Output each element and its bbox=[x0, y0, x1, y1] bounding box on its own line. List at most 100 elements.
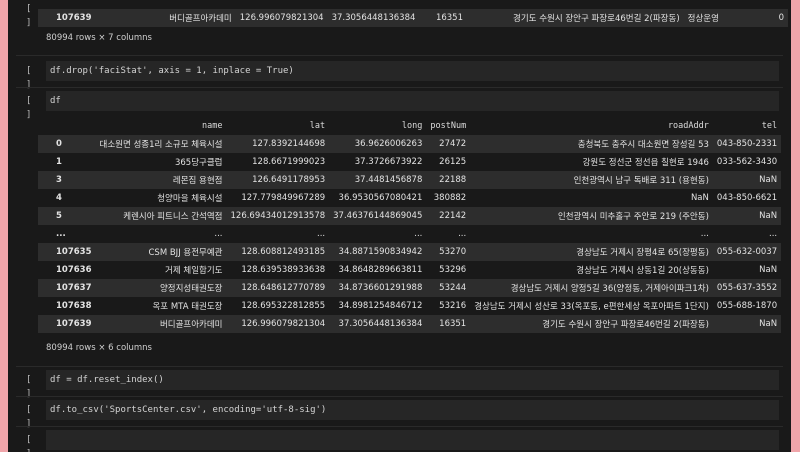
header-postnum: postNum bbox=[430, 121, 467, 131]
cell-long: 34.8981254846712 bbox=[338, 301, 423, 311]
cell-roadaddr: 경기도 수원시 장안구 파장로46번길 2(파장동) bbox=[513, 14, 680, 24]
cell-roadaddr: NaN bbox=[690, 193, 709, 203]
cell-roadaddr: 경상남도 거제시 상동1길 20(상동동) bbox=[576, 266, 709, 276]
cell-roadaddr: 경상남도 거제시 양정5길 36(양정동, 거제아이파크1차) bbox=[510, 284, 709, 294]
table-row: 107636 거제 체일합기도 128.639538933638 34.8648289… bbox=[38, 261, 782, 279]
cell-facistat: 정상운영 bbox=[687, 14, 719, 24]
cell-roadaddr: 경상남도 거제시 장평4로 65(장평동) bbox=[576, 248, 709, 258]
row-index: 1 bbox=[56, 157, 62, 167]
cell-lat: ... bbox=[317, 229, 326, 239]
cell-roadaddr: 인천광역시 남구 독배로 311 (용현동) bbox=[573, 176, 709, 186]
code-cell-drop[interactable]: df.drop('faciStat', axis = 1, inplace = … bbox=[46, 61, 779, 81]
cell-tel: NaN bbox=[759, 265, 778, 275]
row-index: 107635 bbox=[56, 247, 92, 257]
code-cell-empty[interactable] bbox=[46, 430, 779, 450]
table-row: 4 청양마을 체육시설 127.779849967289 36.95305670804… bbox=[38, 189, 782, 207]
header-long: long bbox=[401, 121, 423, 131]
cell-name: 버디골프아카데미 bbox=[169, 14, 232, 24]
table-row: 107638 옥포 MTA 태권도장 128.695322812855 34.8981… bbox=[38, 297, 782, 315]
table-row: 1 365당구클럽 128.6671999023 37.3726673922 26125… bbox=[38, 153, 782, 171]
cell-long: 37.3056448136384 bbox=[331, 13, 416, 23]
cell-postnum: 53270 bbox=[439, 247, 467, 257]
cell-tel: 055-637-3552 bbox=[716, 283, 778, 293]
code-text: df = df.reset_index() bbox=[50, 375, 164, 385]
cell-tel: 055-688-1870 bbox=[716, 301, 778, 311]
cell-lat: 127.779849967289 bbox=[241, 193, 326, 203]
cell-name: 청양마을 체육시설 bbox=[157, 194, 223, 204]
code-cell-reset-index[interactable]: df = df.reset_index() bbox=[46, 370, 779, 390]
cell-long: 37.4481456878 bbox=[354, 175, 423, 185]
output-shape-text: 80994 rows × 6 columns bbox=[46, 343, 152, 353]
table-row: 107639 버디골프아카데미 126.996079821304 37.3056… bbox=[38, 9, 788, 27]
cell-lat: 126.6491178953 bbox=[252, 175, 326, 185]
cell-divider bbox=[16, 396, 783, 397]
cell-name: 양정지성태권도장 bbox=[159, 284, 223, 294]
output-shape-text: 80994 rows × 7 columns bbox=[46, 33, 152, 43]
cell-lat: 128.639538933638 bbox=[241, 265, 326, 275]
cell-lat: 128.608812493185 bbox=[241, 247, 326, 257]
cell-roadaddr: 경기도 수원시 장안구 파장로46번길 2(파장동) bbox=[542, 320, 709, 330]
cell-prompt: [ ] bbox=[26, 96, 32, 120]
cell-name: 대소원면 성종1리 소규모 체육시설 bbox=[99, 140, 223, 150]
header-name: name bbox=[202, 121, 223, 131]
table-header-row: name lat long postNum roadAddr tel bbox=[38, 117, 781, 135]
cell-long: 36.9530567080421 bbox=[338, 193, 423, 203]
cell-lat: 128.695322812855 bbox=[241, 301, 326, 311]
table-row: ..................... bbox=[38, 225, 782, 243]
cell-name: 케렌시아 피트니스 간석역점 bbox=[123, 212, 223, 222]
cell-tel: 055-632-0037 bbox=[716, 247, 778, 257]
cell-postnum: 53296 bbox=[439, 265, 467, 275]
cell-lat: 126.69434012913578 bbox=[230, 211, 326, 221]
cell-postnum: ... bbox=[458, 229, 467, 239]
header-index bbox=[38, 117, 96, 135]
header-tel: tel bbox=[761, 121, 778, 131]
cell-divider bbox=[16, 87, 783, 88]
row-index: 0 bbox=[56, 139, 62, 149]
cell-lat: 128.6671999023 bbox=[252, 157, 326, 167]
cell-lat: 126.996079821304 bbox=[239, 13, 324, 23]
cell-tel: 033-562-3430 bbox=[716, 157, 778, 167]
cell-roadaddr: 충청북도 충주시 대소원면 장성길 53 bbox=[577, 140, 709, 150]
row-index: 107639 bbox=[56, 319, 92, 329]
cell-name: 365당구클럽 bbox=[174, 158, 223, 168]
cell-tel: 043-850-6621 bbox=[716, 193, 778, 203]
table-row: 107639 버디골프아카데미 126.996079821304 37.3056448… bbox=[38, 315, 782, 333]
row-index: 5 bbox=[56, 211, 62, 221]
table-row: 107635 CSM BJJ 용전무예관 128.608812493185 34.88… bbox=[38, 243, 782, 261]
cell-postnum: 22188 bbox=[439, 175, 467, 185]
cell-long: 37.3056448136384 bbox=[338, 319, 423, 329]
row-index: ... bbox=[56, 229, 66, 239]
cell-tel: 043-850-2331 bbox=[716, 139, 778, 149]
cell-long: ... bbox=[414, 229, 423, 239]
cell-divider bbox=[16, 426, 783, 427]
cell-prompt: [ ] bbox=[26, 435, 32, 452]
code-text: df.drop('faciStat', axis = 1, inplace = … bbox=[50, 66, 294, 76]
code-cell-to-csv[interactable]: df.to_csv('SportsCenter.csv', encoding='… bbox=[46, 400, 779, 420]
row-index: 3 bbox=[56, 175, 62, 185]
code-text: df.to_csv('SportsCenter.csv', encoding='… bbox=[50, 405, 327, 415]
notebook-frame: [ ] 107639 버디골프아카데미 126.996079821304 37.… bbox=[8, 0, 791, 452]
cell-postnum: 27472 bbox=[439, 139, 467, 149]
cell-postnum: 26125 bbox=[439, 157, 467, 167]
cell-postnum: 53216 bbox=[439, 301, 467, 311]
cell-roadaddr: ... bbox=[700, 229, 709, 239]
cell-long: 37.46376144869045 bbox=[333, 211, 423, 221]
cell-postnum: 16351 bbox=[435, 13, 463, 23]
cell-lat: 127.8392144698 bbox=[252, 139, 326, 149]
cell-long: 34.8736601291988 bbox=[338, 283, 423, 293]
cell-roadaddr: 경상남도 거제시 성산로 33(옥포동, e편한세상 옥포아파트 1단지) bbox=[474, 302, 709, 312]
cell-prompt: [ ] bbox=[26, 4, 32, 28]
table-row: 107637 양정지성태권도장 128.648612770789 34.8736601… bbox=[38, 279, 782, 297]
table-row: 5 케렌시아 피트니스 간석역점 126.69434012913578 37.4637… bbox=[38, 207, 782, 225]
cell-name: 레몬짐 용현점 bbox=[172, 176, 223, 186]
cell-postnum: 380882 bbox=[433, 193, 467, 203]
cell-name: 거제 체일합기도 bbox=[165, 266, 223, 276]
cell-lat: 126.996079821304 bbox=[241, 319, 326, 329]
cell-long: 37.3726673922 bbox=[354, 157, 423, 167]
cell-long: 34.8871590834942 bbox=[338, 247, 423, 257]
header-lat: lat bbox=[309, 121, 326, 131]
row-index: 107636 bbox=[56, 265, 92, 275]
cell-postnum: 16351 bbox=[439, 319, 467, 329]
table-row: 0 대소원면 성종1리 소규모 체육시설 127.8392144698 36.9626… bbox=[38, 135, 782, 153]
code-cell-df[interactable]: df bbox=[46, 91, 779, 111]
